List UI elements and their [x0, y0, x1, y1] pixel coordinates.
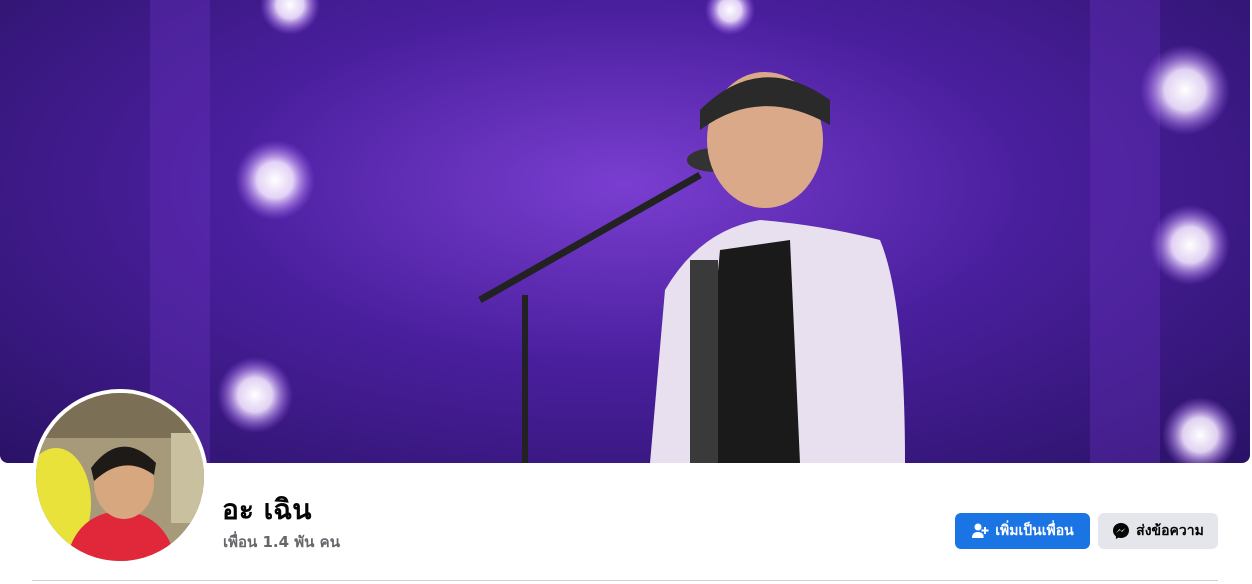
profile-avatar[interactable] [36, 393, 204, 561]
message-label: ส่งข้อความ [1136, 523, 1204, 539]
user-plus-icon [971, 522, 989, 540]
cover-photo-image [150, 0, 1238, 463]
add-friend-button[interactable]: เพิ่มเป็นเพื่อน [955, 513, 1090, 549]
cover-photo[interactable] [0, 0, 1250, 463]
add-friend-label: เพิ่มเป็นเพื่อน [995, 523, 1074, 539]
message-button[interactable]: ส่งข้อความ [1098, 513, 1218, 549]
profile-name: อะ เฉิน [222, 493, 312, 526]
header-divider [32, 580, 1218, 581]
avatar-image [36, 393, 204, 561]
messenger-icon [1112, 522, 1130, 540]
friend-count[interactable]: เพื่อน 1.4 พัน คน [223, 530, 340, 554]
